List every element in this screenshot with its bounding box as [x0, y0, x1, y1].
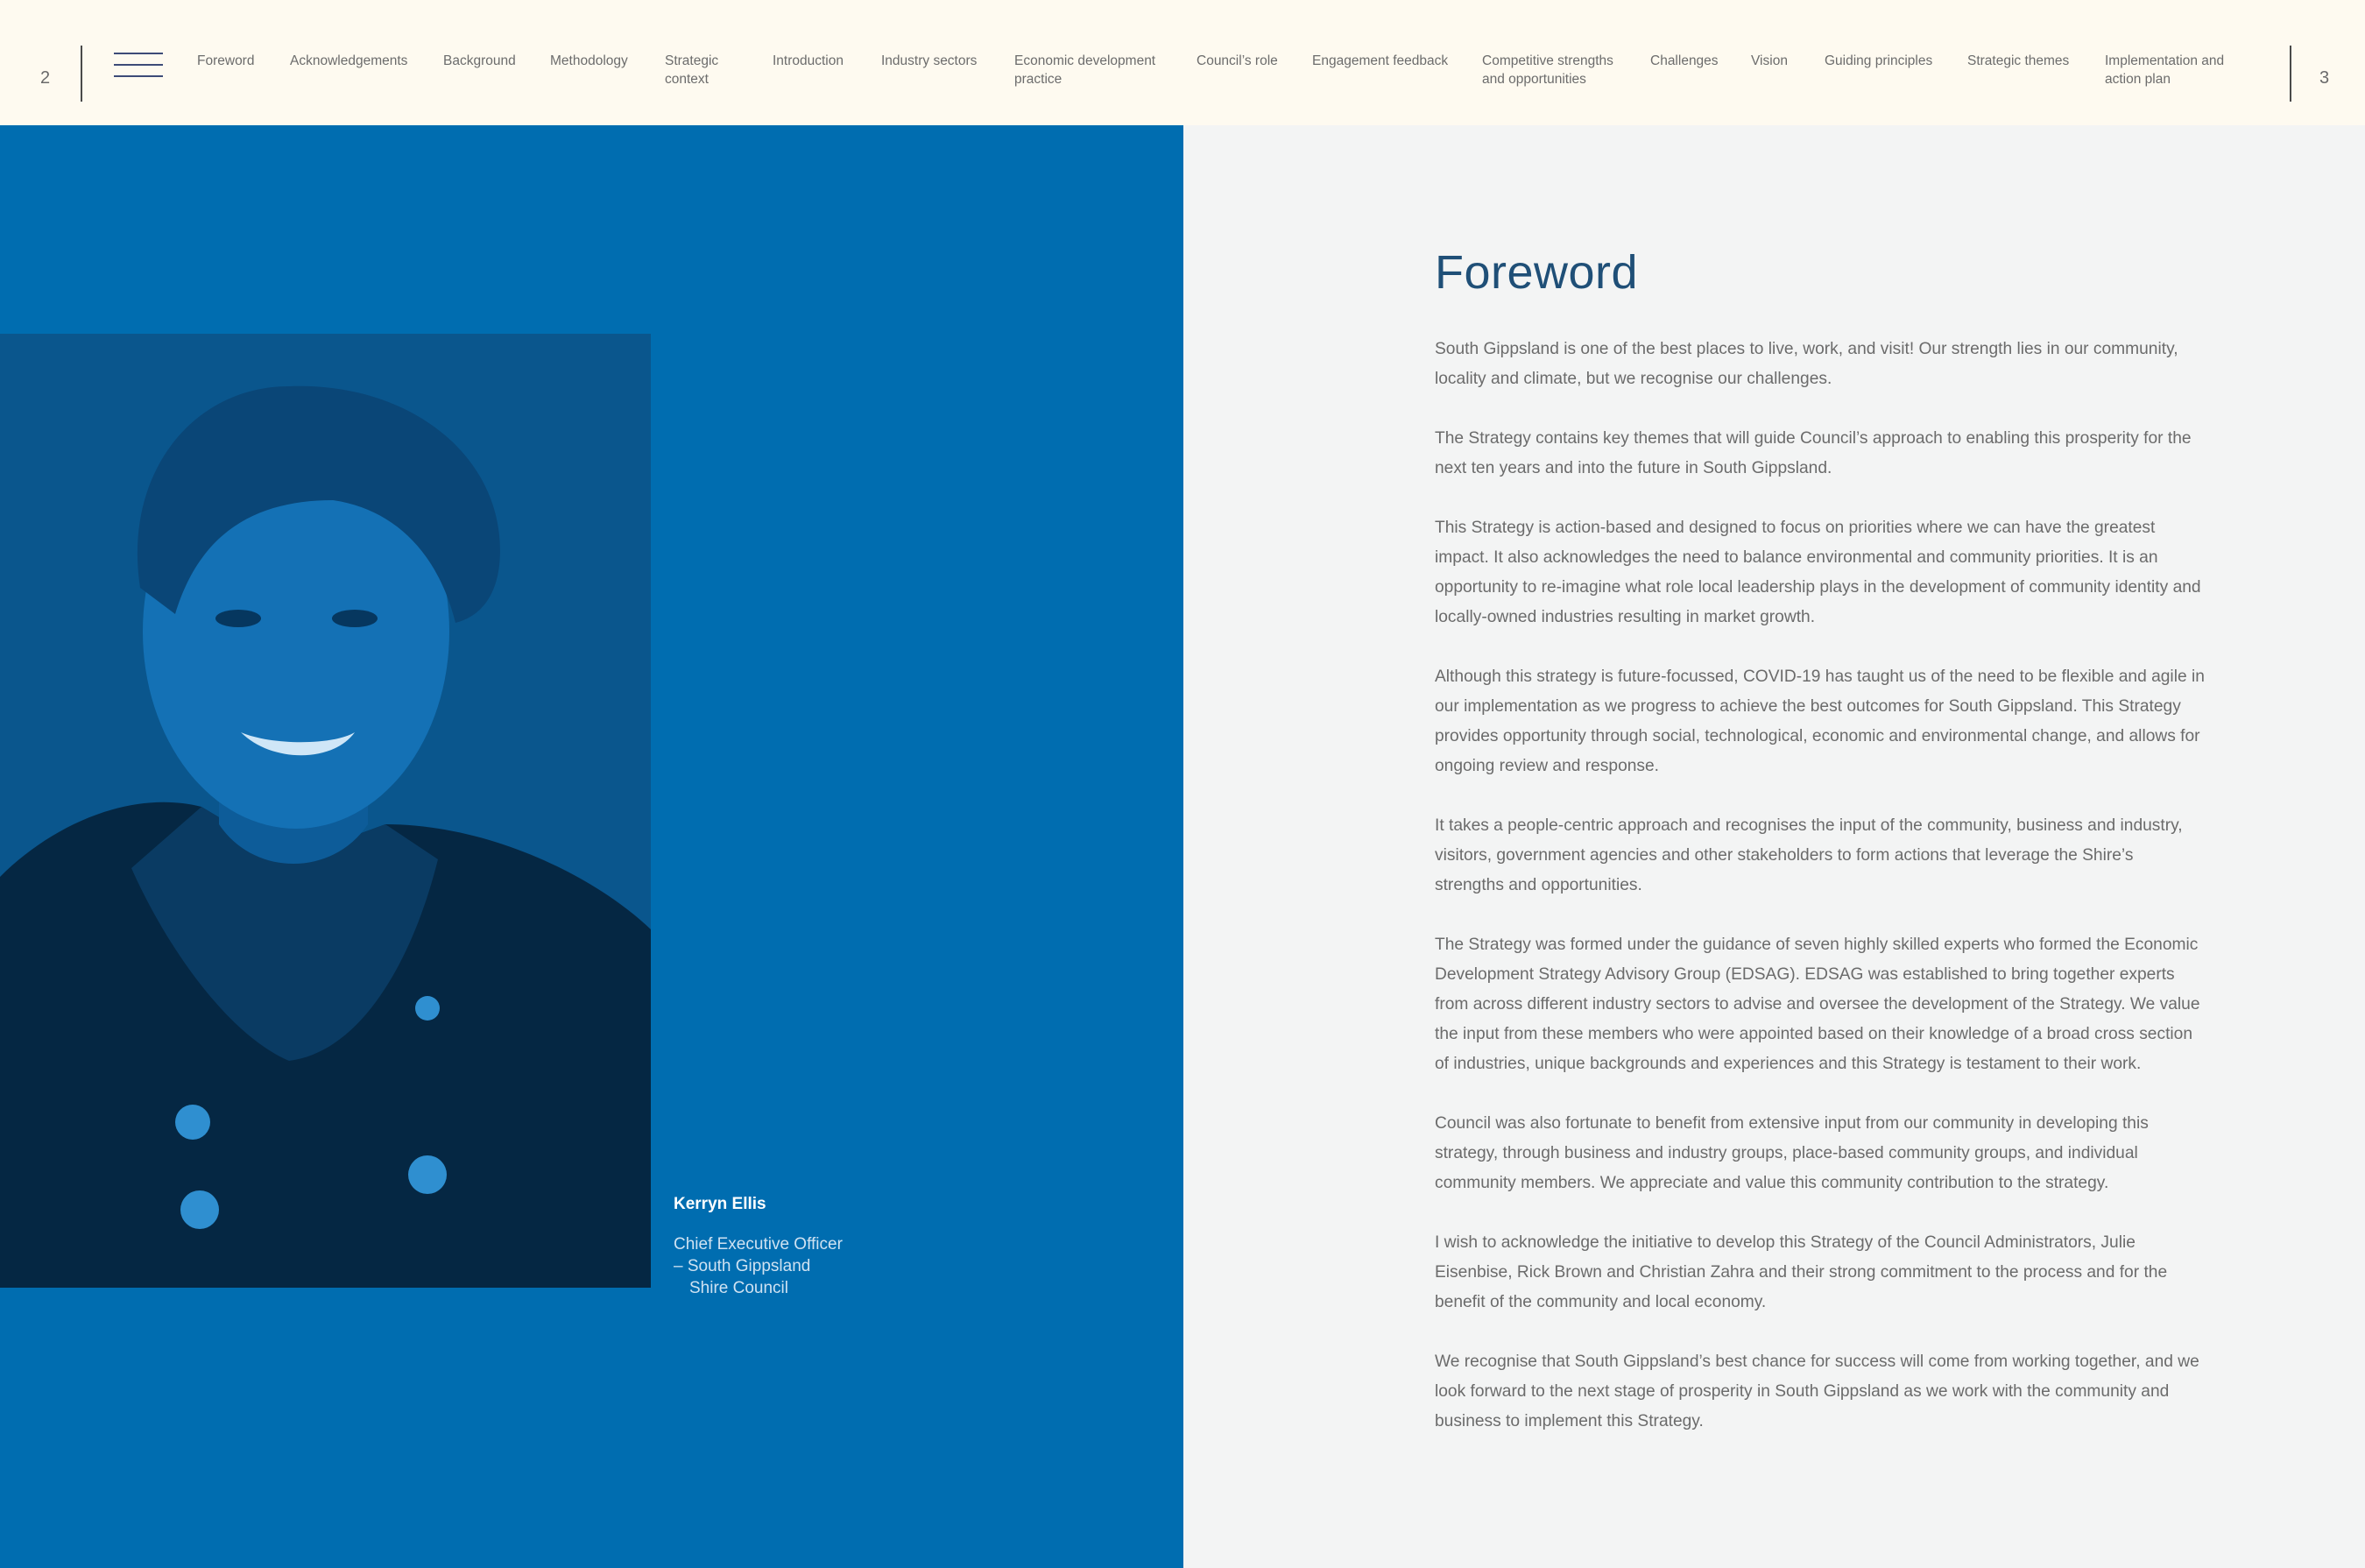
top-navigation-bar: 2 Foreword Acknowledgements Background M… [0, 0, 2365, 125]
nav-item-implementation-action-plan[interactable]: Implementation and action plan [2105, 52, 2236, 88]
nav-item-economic-development-practice[interactable]: Economic development practice [1014, 52, 1172, 88]
nav-item-engagement-feedback[interactable]: Engagement feedback [1312, 52, 1448, 70]
role-line-2: – South Gippsland [674, 1257, 811, 1275]
foreword-paragraph: Council was also fortunate to benefit fr… [1435, 1114, 2149, 1192]
foreword-paragraph: We recognise that South Gippsland’s best… [1435, 1353, 2199, 1430]
page-number-left: 2 [40, 68, 51, 88]
portrait-caption-role: Chief Executive Officer – South Gippslan… [674, 1233, 901, 1299]
foreword-paragraph: South Gippsland is one of the best place… [1435, 340, 2178, 388]
foreword-paragraph: The Strategy contains key themes that wi… [1435, 429, 2192, 477]
nav-divider-left [81, 46, 82, 102]
nav-item-strategic-themes[interactable]: Strategic themes [1967, 52, 2069, 70]
nav-item-challenges[interactable]: Challenges [1650, 52, 1719, 70]
nav-item-background[interactable]: Background [443, 52, 516, 70]
hamburger-menu-icon[interactable] [114, 51, 163, 79]
nav-item-councils-role[interactable]: Council’s role [1197, 52, 1278, 70]
page-title: Foreword [1435, 246, 1639, 299]
foreword-paragraph: This Strategy is action-based and design… [1435, 519, 2201, 626]
nav-item-methodology[interactable]: Methodology [550, 52, 628, 70]
role-line-3: Shire Council [689, 1279, 788, 1297]
left-blue-panel: Kerryn Ellis Chief Executive Officer – S… [0, 125, 1183, 1568]
nav-item-vision[interactable]: Vision [1751, 52, 1788, 70]
portrait-caption-name: Kerryn Ellis [674, 1195, 766, 1213]
portrait-photo [0, 334, 651, 1288]
foreword-paragraph: The Strategy was formed under the guidan… [1435, 936, 2200, 1073]
nav-item-guiding-principles[interactable]: Guiding principles [1825, 52, 1932, 70]
nav-divider-right [2290, 46, 2291, 102]
foreword-section: Foreword South Gippsland is one of the b… [1435, 245, 2206, 1466]
nav-item-competitive-strengths[interactable]: Competitive strengths and opportunities [1482, 52, 1631, 88]
role-line-1: Chief Executive Officer [674, 1235, 843, 1254]
nav-item-acknowledgements[interactable]: Acknowledgements [290, 52, 407, 70]
page-number-right: 3 [2319, 68, 2330, 88]
foreword-paragraph: It takes a people-centric approach and r… [1435, 816, 2183, 894]
nav-item-foreword[interactable]: Foreword [197, 52, 254, 70]
foreword-paragraph: Although this strategy is future-focusse… [1435, 667, 2205, 775]
foreword-paragraph: I wish to acknowledge the initiative to … [1435, 1233, 2168, 1311]
nav-item-introduction[interactable]: Introduction [773, 52, 844, 70]
nav-item-strategic-context[interactable]: Strategic context [665, 52, 742, 88]
nav-item-industry-sectors[interactable]: Industry sectors [881, 52, 977, 70]
